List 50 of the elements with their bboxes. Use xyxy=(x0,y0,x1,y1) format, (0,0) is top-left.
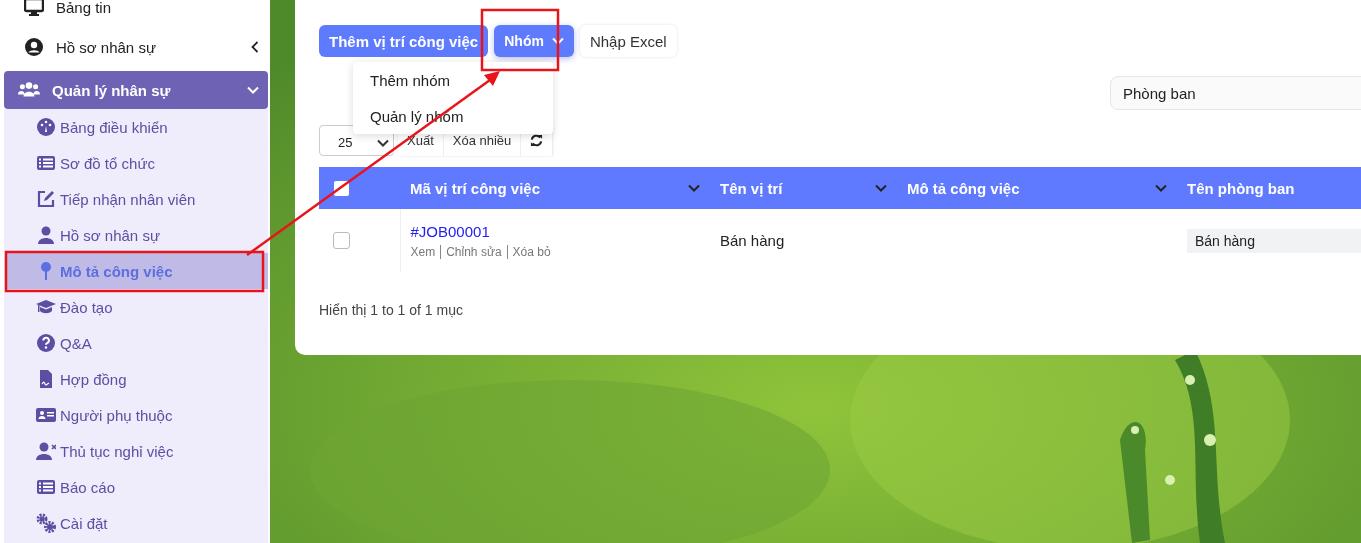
gears-icon xyxy=(36,513,56,533)
sidebar-item[interactable]: Hợp đồng xyxy=(4,361,268,397)
department-select[interactable]: Phòng ban xyxy=(1110,76,1361,110)
sidebar-item[interactable]: Quản lý nhân sự xyxy=(4,71,268,109)
sidebar-item[interactable]: Tiếp nhận nhân viên xyxy=(4,181,268,217)
pagination-info: Hiển thị 1 to 1 of 1 mục xyxy=(319,302,463,318)
row-action-link[interactable]: Xem xyxy=(410,244,441,259)
import-button[interactable]: Nhập Excel xyxy=(579,25,677,57)
chevron-left-icon xyxy=(251,41,259,53)
sidebar-item[interactable]: Bảng điều khiển xyxy=(4,109,268,145)
list-icon xyxy=(36,477,56,497)
sidebar-item[interactable]: Người phụ thuộc xyxy=(4,397,268,433)
edit-icon xyxy=(36,189,56,209)
sidebar-item[interactable]: Báo cáo xyxy=(4,469,268,505)
user-icon xyxy=(36,225,56,245)
sidebar-item[interactable]: Thủ tục nghỉ việc xyxy=(4,433,268,469)
sort-chevron-icon xyxy=(1155,184,1167,192)
user-circle-icon xyxy=(24,37,44,57)
chevron-down-icon xyxy=(377,138,389,147)
column-header: Mã vị trí công việc xyxy=(410,179,541,197)
monitor-icon xyxy=(24,0,44,17)
sidebar-item[interactable]: Bảng tin xyxy=(4,0,268,27)
list-icon xyxy=(36,153,56,173)
row-action-link[interactable]: Chỉnh sửa xyxy=(440,244,507,259)
group-dropdown-button[interactable]: Nhóm xyxy=(494,25,574,57)
sidebar-item[interactable]: Hồ sơ nhân sự xyxy=(4,27,268,67)
refresh-icon xyxy=(530,134,544,147)
gauge-icon xyxy=(36,117,56,137)
chevron-down-icon xyxy=(247,86,259,94)
user-remove-icon xyxy=(36,441,56,461)
sidebar-item[interactable]: Đào tạo xyxy=(4,289,268,325)
sidebar-item[interactable]: Q&A xyxy=(4,325,268,361)
sidebar-item[interactable]: Hồ sơ nhân sự xyxy=(4,217,268,253)
sidebar-item[interactable]: Cài đặt xyxy=(4,505,268,541)
row-action-link[interactable]: Xóa bỏ xyxy=(506,244,556,259)
column-header: Tên vị trí xyxy=(720,179,783,197)
column-header: Mô tả công việc xyxy=(907,179,1020,197)
add-position-button[interactable]: Thêm vị trí công việc xyxy=(319,25,489,57)
id-card-icon xyxy=(36,405,56,425)
row-checkbox[interactable] xyxy=(333,232,350,249)
chevron-down-icon xyxy=(551,37,564,45)
table-cell: Bán hàng xyxy=(720,232,785,249)
sort-chevron-icon xyxy=(875,184,887,192)
question-icon xyxy=(36,333,56,353)
menu-item[interactable]: Thêm nhóm xyxy=(353,62,553,98)
department-tag: Bán hàng xyxy=(1187,228,1361,253)
sort-chevron-icon xyxy=(688,184,700,192)
sidebar-item[interactable]: Sơ đồ tổ chức xyxy=(4,145,268,181)
job-code-link[interactable]: #JOB00001 xyxy=(410,222,490,240)
column-header: Tên phòng ban xyxy=(1187,179,1295,197)
